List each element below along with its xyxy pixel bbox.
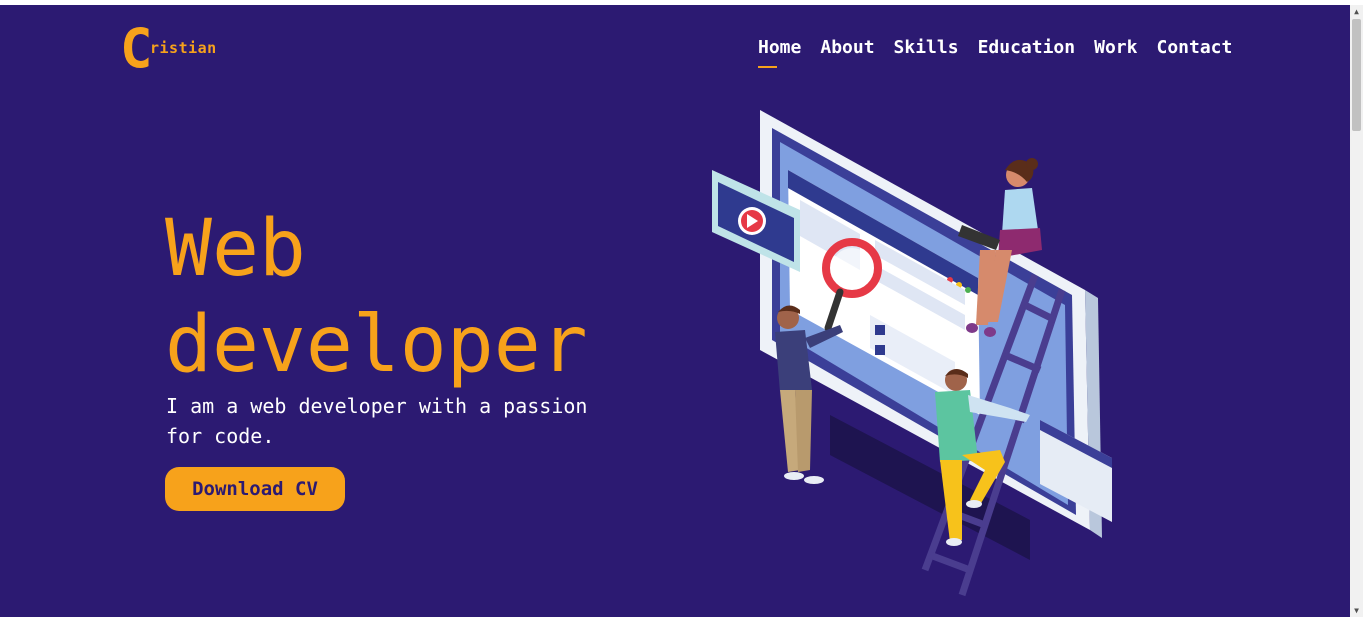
hero-section: C ristian Home About Skills Education Wo… [0, 5, 1350, 617]
logo-initial: C [120, 17, 153, 80]
nav-work[interactable]: Work [1094, 37, 1137, 59]
hero-title-line2: developer [165, 300, 588, 390]
nav-skills[interactable]: Skills [894, 37, 959, 59]
scroll-up-arrow-icon[interactable]: ▲ [1350, 5, 1363, 18]
nav-contact[interactable]: Contact [1156, 37, 1232, 59]
download-cv-button[interactable]: Download CV [165, 467, 345, 511]
hero-title-line1: Web [165, 204, 306, 294]
scroll-down-arrow-icon[interactable]: ▼ [1350, 604, 1363, 617]
hero-subtitle: I am a web developer with a passion for … [166, 394, 588, 448]
logo-text: ristian [150, 39, 217, 57]
nav-about[interactable]: About [820, 37, 874, 59]
logo-link[interactable]: C ristian [120, 17, 230, 80]
hero-title: Web developer [165, 201, 635, 393]
scroll-thumb[interactable] [1352, 19, 1361, 131]
vertical-scrollbar[interactable]: ▲ ▼ [1350, 5, 1363, 617]
nav-home[interactable]: Home [758, 37, 801, 68]
main-nav: Home About Skills Education Work Contact [758, 37, 1232, 68]
hero-illustration [712, 110, 1112, 597]
nav-education[interactable]: Education [978, 37, 1076, 59]
